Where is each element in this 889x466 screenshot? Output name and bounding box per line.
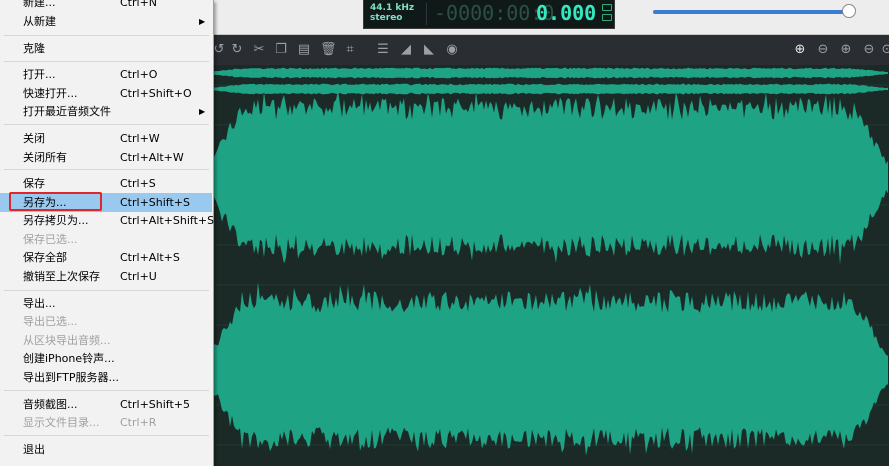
menu-item-revert-to-saved[interactable]: 撤销至上次保存 Ctrl+U <box>0 267 212 286</box>
submenu-arrow-icon: ▶ <box>199 107 206 116</box>
menu-item-label: 显示文件目录... <box>23 416 100 429</box>
menu-separator <box>4 290 209 291</box>
fade-out-icon[interactable]: ◣ <box>422 43 436 57</box>
annotation-highlight-box <box>9 192 102 211</box>
waveform-right-channel <box>212 282 888 456</box>
menu-item-save-selection: 保存已选... <box>0 230 212 249</box>
menu-item-open-recent[interactable]: 打开最近音频文件 ▶ <box>0 102 212 121</box>
menu-item-shortcut: Ctrl+Alt+W <box>120 151 184 164</box>
menu-item-show-in-folder: 显示文件目录... Ctrl+R <box>0 413 212 432</box>
menu-item-save[interactable]: 保存 Ctrl+S <box>0 174 212 193</box>
cut-icon[interactable]: ✂ <box>252 43 266 57</box>
menu-item-label: 音频截图... <box>23 398 78 411</box>
menu-item-shortcut: Ctrl+Shift+O <box>120 87 192 100</box>
waveform-left-channel <box>212 90 888 265</box>
menu-item-label: 克隆 <box>23 42 45 55</box>
menu-separator <box>4 169 209 170</box>
waveform-view[interactable] <box>212 65 889 466</box>
menu-item-export-selection: 导出已选... <box>0 312 212 331</box>
menu-item-label: 导出已选... <box>23 315 78 328</box>
menu-item-from-new[interactable]: 从新建 ▶ <box>0 12 212 31</box>
volume-slider-thumb[interactable] <box>842 4 856 18</box>
menu-item-export[interactable]: 导出... <box>0 294 212 313</box>
sample-rate: 44.1 kHz <box>370 3 415 13</box>
undo-icon[interactable]: ↺ <box>212 43 226 57</box>
menu-separator <box>4 390 209 391</box>
menu-item-shortcut: Ctrl+N <box>120 0 158 9</box>
zoom-out-all-icon[interactable]: ⊖ <box>816 43 830 57</box>
menu-item-label: 新建... <box>23 0 56 9</box>
menu-item-export-to-ftp[interactable]: 导出到FTP服务器... <box>0 368 212 387</box>
display-divider <box>426 3 427 25</box>
menu-item-save-all[interactable]: 保存全部 Ctrl+Alt+S <box>0 248 212 267</box>
menu-item-shortcut: Ctrl+Shift+S <box>120 196 190 209</box>
menu-separator <box>4 35 209 36</box>
menu-item-label: 另存拷贝为... <box>23 214 89 227</box>
menu-item-label: 打开... <box>23 68 56 81</box>
menu-item-label: 保存已选... <box>23 233 78 246</box>
menu-item-quick-open[interactable]: 快速打开... Ctrl+Shift+O <box>0 84 212 103</box>
menu-item-label: 关闭所有 <box>23 151 67 164</box>
file-menu: 新建... Ctrl+N 从新建 ▶ 克隆打开... Ctrl+O 快速打开... Ctrl+… <box>0 0 214 466</box>
menu-item-clone[interactable]: 克隆 <box>0 39 212 58</box>
menu-item-open[interactable]: 打开... Ctrl+O <box>0 65 212 84</box>
menu-item-label: 从区块导出音频... <box>23 334 111 347</box>
menu-item-new[interactable]: 新建... Ctrl+N <box>0 0 212 12</box>
menu-item-label: 退出 <box>23 443 45 456</box>
channel-mode: stereo <box>370 13 403 23</box>
overview-strip <box>212 67 888 79</box>
zoom-out-icon[interactable]: ⊖ <box>862 43 876 57</box>
menu-item-create-iphone-ringtone[interactable]: 创建iPhone铃声... <box>0 349 212 368</box>
zoom-fit-icon[interactable]: ⊙ <box>880 43 889 57</box>
menu-item-close-all[interactable]: 关闭所有 Ctrl+Alt+W <box>0 148 212 167</box>
time-display: 44.1 kHz stereo -0000:00:0 0.000 <box>363 0 615 29</box>
menu-item-label: 从新建 <box>23 15 56 28</box>
audio-format-info: 44.1 kHz stereo <box>370 3 414 23</box>
submenu-arrow-icon: ▶ <box>199 17 206 26</box>
redo-icon[interactable]: ↻ <box>230 43 244 57</box>
copy-icon[interactable]: ❐ <box>274 43 288 57</box>
menu-item-shortcut: Ctrl+O <box>120 68 158 81</box>
menu-item-shortcut: Ctrl+Alt+Shift+S <box>120 214 215 227</box>
menu-item-label: 撤销至上次保存 <box>23 270 100 283</box>
fade-in-icon[interactable]: ◢ <box>399 43 413 57</box>
menu-separator <box>4 435 209 436</box>
time-readout: 0.000 <box>536 1 597 25</box>
delete-icon[interactable]: 🗑 <box>320 43 337 57</box>
menu-item-label: 打开最近音频文件 <box>23 105 111 118</box>
menu-item-label: 快速打开... <box>23 87 78 100</box>
paste-icon[interactable]: ▤ <box>297 43 311 57</box>
display-mode-toggle[interactable] <box>602 4 612 24</box>
menu-item-shortcut: Ctrl+R <box>120 416 157 429</box>
overview-strip <box>212 83 888 95</box>
crop-icon[interactable]: ⌗ <box>343 43 357 57</box>
menu-item-exit[interactable]: 退出 <box>0 440 212 459</box>
menu-item-label: 创建iPhone铃声... <box>23 352 115 365</box>
menu-item-shortcut: Ctrl+Shift+5 <box>120 398 191 411</box>
menu-separator <box>4 124 209 125</box>
waveform-graphic <box>212 67 889 456</box>
menu-item-close[interactable]: 关闭 Ctrl+W <box>0 129 212 148</box>
menu-item-save-copy-as[interactable]: 另存拷贝为... Ctrl+Alt+Shift+S <box>0 211 215 230</box>
menu-item-label: 导出到FTP服务器... <box>23 371 119 384</box>
menu-item-label: 保存 <box>23 177 45 190</box>
volume-slider-track[interactable] <box>653 10 849 14</box>
zoom-in-all-icon[interactable]: ⊕ <box>793 43 807 57</box>
menu-item-shortcut: Ctrl+Alt+S <box>120 251 180 264</box>
menu-item-shortcut: Ctrl+U <box>120 270 157 283</box>
menu-item-export-from-regions: 从区块导出音频... <box>0 331 212 350</box>
menu-item-label: 关闭 <box>23 132 45 145</box>
menu-item-audio-screenshot[interactable]: 音频截图... Ctrl+Shift+5 <box>0 395 212 414</box>
menu-separator <box>4 61 209 62</box>
menu-item-label: 保存全部 <box>23 251 67 264</box>
normalize-icon[interactable]: ☰ <box>376 43 390 57</box>
menu-item-label: 导出... <box>23 297 56 310</box>
menu-item-shortcut: Ctrl+S <box>120 177 156 190</box>
effect-icon[interactable]: ◉ <box>445 43 459 57</box>
zoom-in-icon[interactable]: ⊕ <box>839 43 853 57</box>
menu-item-shortcut: Ctrl+W <box>120 132 160 145</box>
